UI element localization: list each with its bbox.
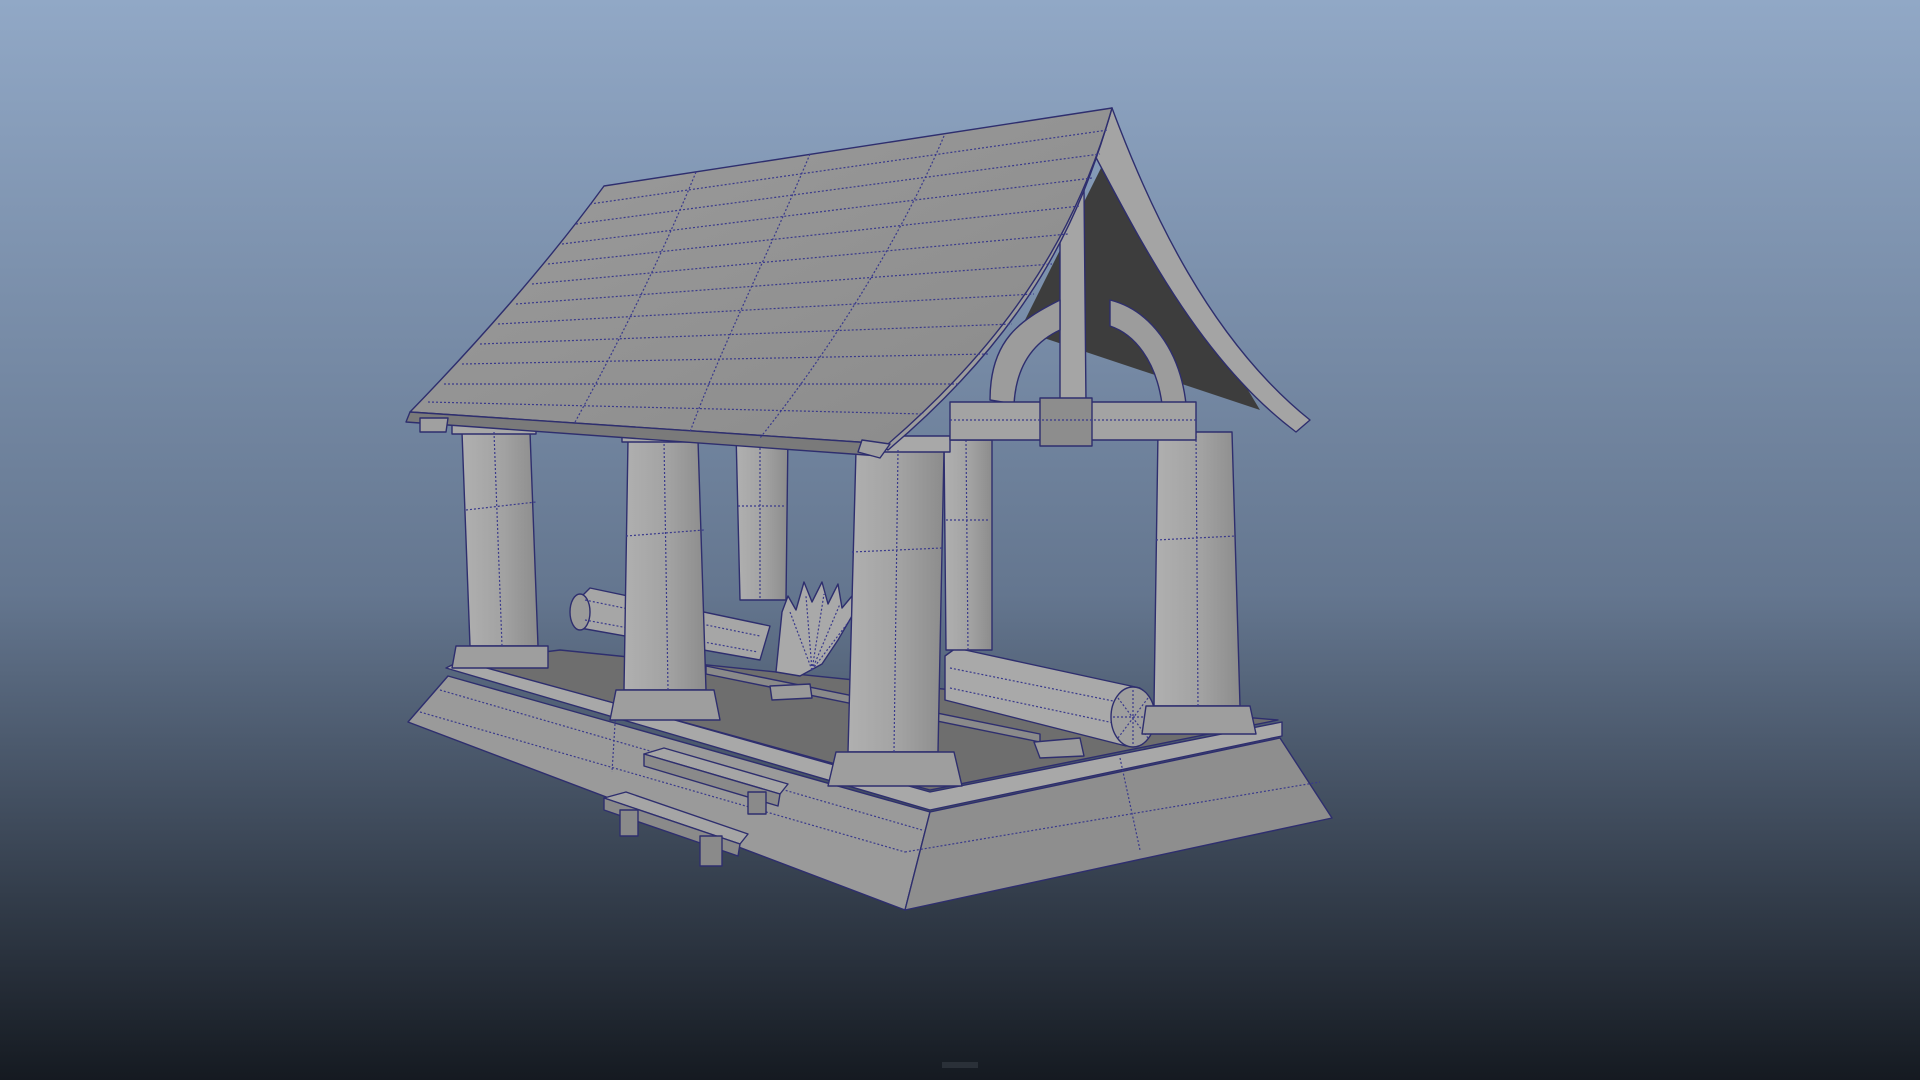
viewport-scene[interactable] bbox=[0, 0, 1920, 1080]
pillar-back-right[interactable] bbox=[943, 439, 993, 651]
viewport-bottom-marker bbox=[942, 1062, 978, 1068]
maya-3d-viewport[interactable] bbox=[0, 0, 1920, 1080]
pillar-back-left[interactable] bbox=[735, 431, 789, 601]
